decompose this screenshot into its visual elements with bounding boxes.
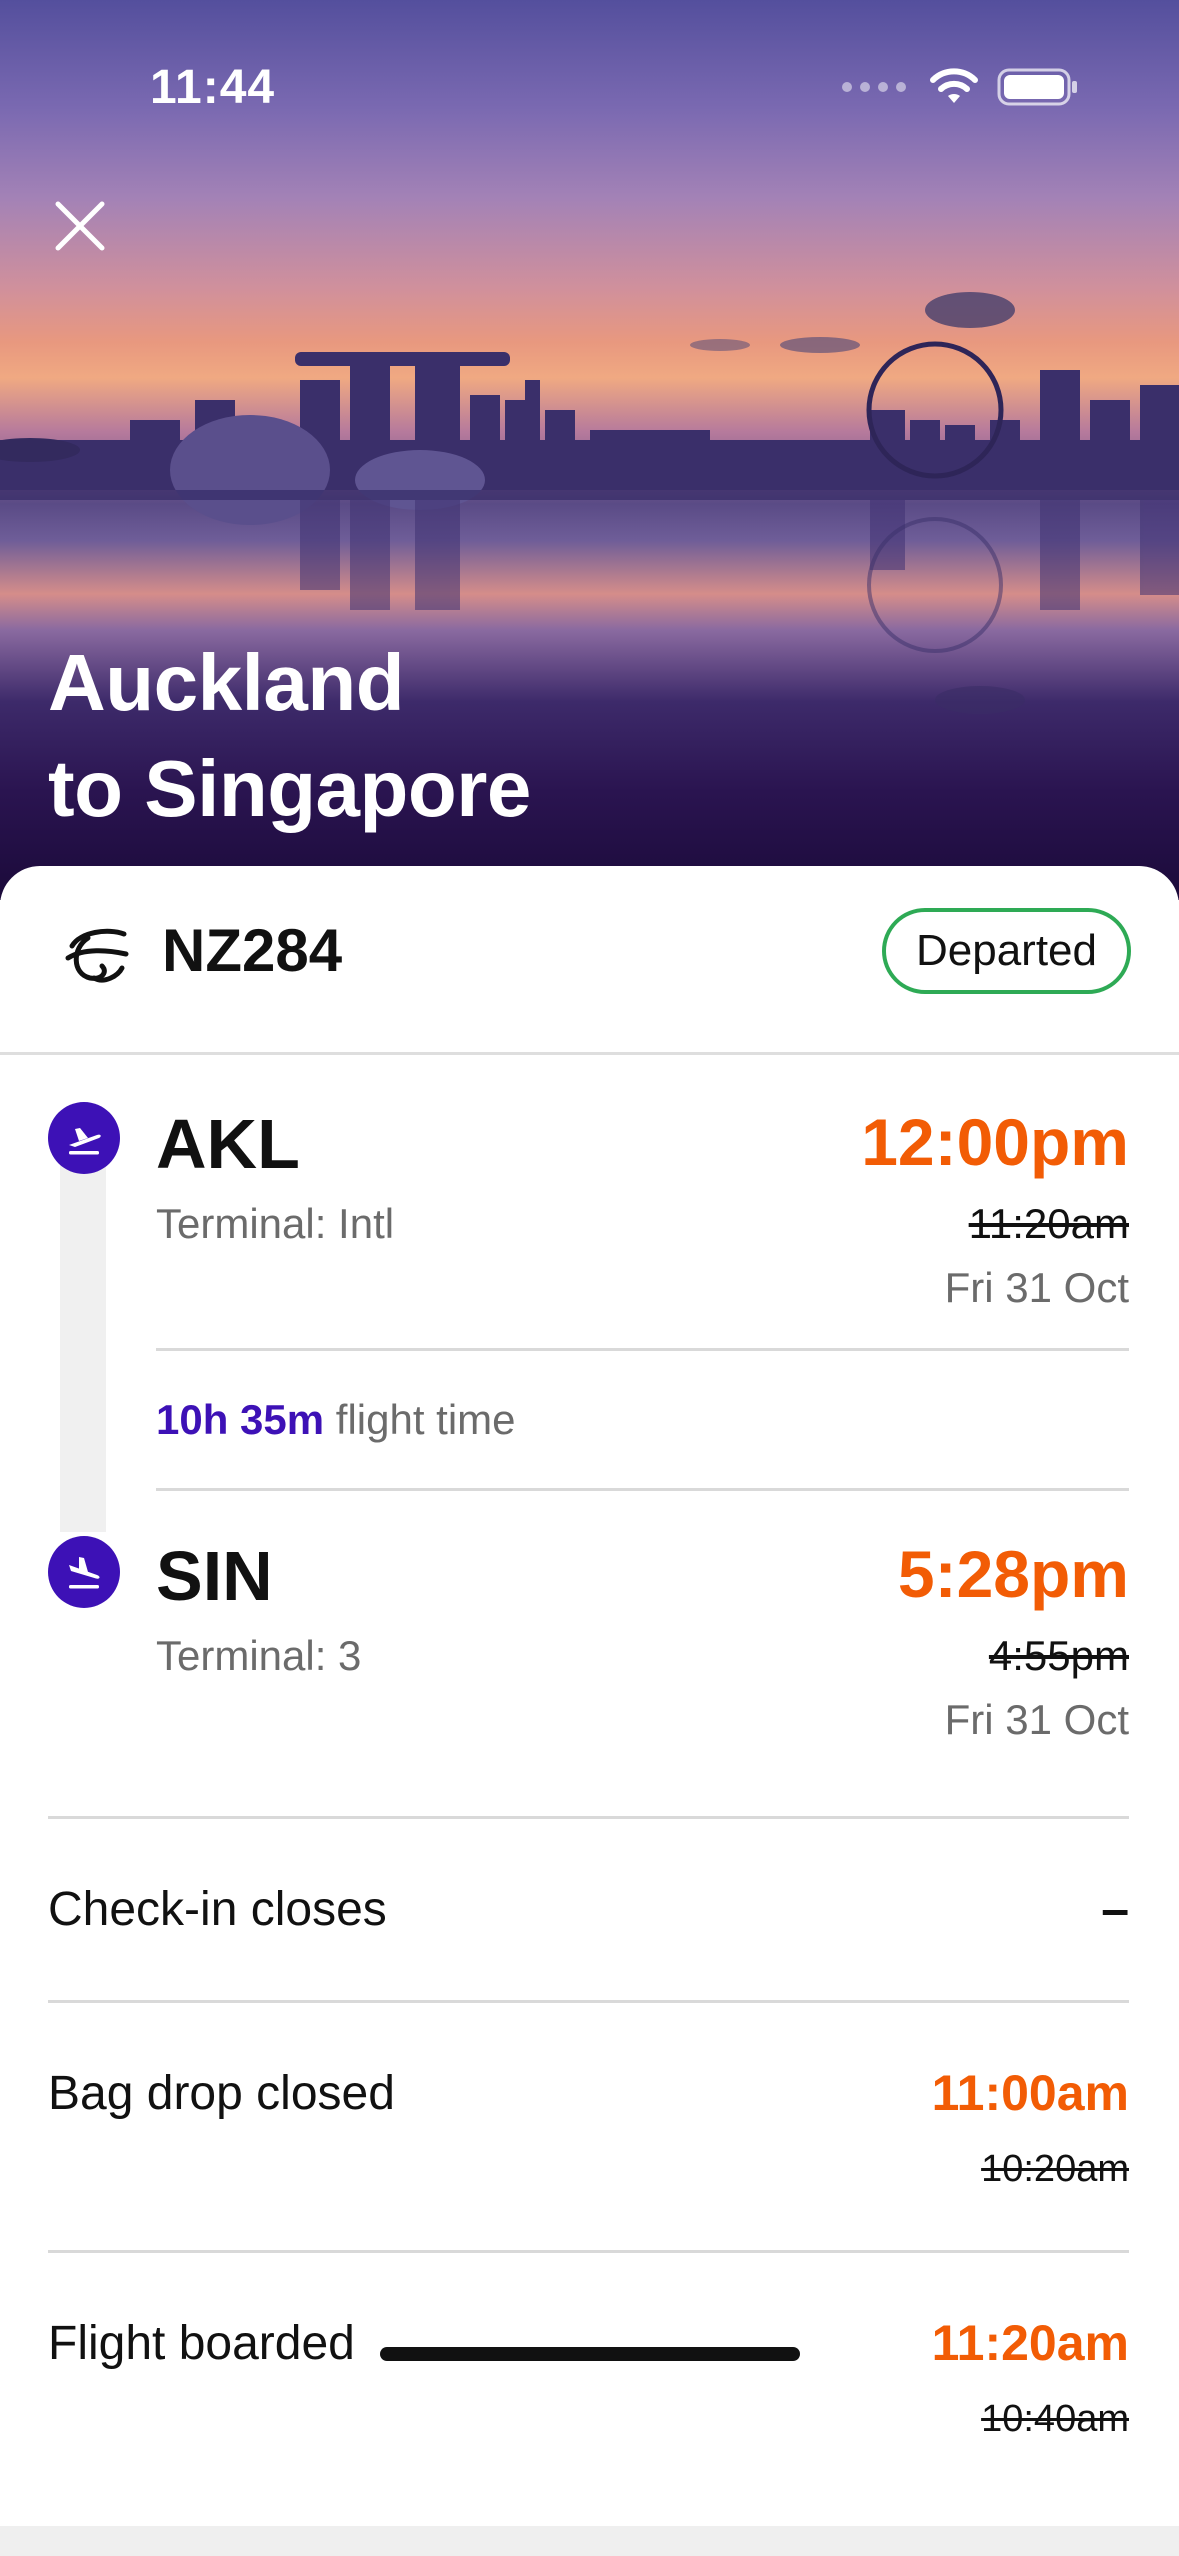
battery-icon (997, 68, 1077, 106)
route-title-line1: Auckland (48, 638, 405, 727)
arrival-time-new: 5:28pm (897, 1537, 1129, 1611)
arrival-airport-code: SIN (156, 1537, 273, 1615)
checkin-value: – (1101, 1881, 1129, 1937)
flight-duration: 10h 35m flight time (156, 1396, 516, 1444)
bag-drop-time-new: 11:00am (931, 2065, 1129, 2121)
departure-time-old: 11:20am (968, 1200, 1129, 1247)
divider (48, 2250, 1129, 2253)
flight-header: NZ284 Departed (0, 866, 1179, 1055)
takeoff-icon (48, 1102, 120, 1174)
status-bar-icons (841, 62, 1079, 112)
departure-time-new: 12:00pm (861, 1105, 1129, 1179)
departure-airport-code: AKL (156, 1105, 300, 1183)
close-icon[interactable] (44, 190, 116, 262)
checkin-label: Check-in closes (48, 1883, 387, 1936)
divider (48, 1816, 1129, 1819)
boarded-label: Flight boarded (48, 2317, 355, 2370)
arrival-time-old: 4:55pm (988, 1632, 1129, 1679)
wifi-icon (930, 68, 978, 103)
divider (156, 1348, 1129, 1351)
bag-drop-label: Bag drop closed (48, 2067, 395, 2120)
divider (156, 1488, 1129, 1491)
airline-koru-icon (65, 928, 129, 983)
flight-details-sheet: NZ284 Departed AKL Terminal: Intl 12:00p… (0, 866, 1179, 2556)
flight-status-badge: Departed (881, 908, 1131, 994)
departure-terminal: Terminal: Intl (156, 1200, 395, 1247)
status-bar-time: 11:44 (150, 61, 276, 114)
bottom-strip (0, 2526, 1179, 2556)
landing-icon (48, 1536, 120, 1608)
arrival-date: Fri 31 Oct (944, 1696, 1129, 1743)
divider (48, 2000, 1129, 2003)
signal-icon (842, 82, 906, 92)
boarded-time-new: 11:20am (931, 2315, 1129, 2371)
arrival-terminal: Terminal: 3 (156, 1632, 362, 1679)
boarded-time-old: 10:40am (981, 2398, 1129, 2440)
timeline-rail (60, 1162, 106, 1532)
flight-duration-label: flight time (335, 1396, 516, 1443)
hero-banner: 11:44 Auckland to Singapore (0, 0, 1179, 900)
bag-drop-time-old: 10:20am (981, 2148, 1129, 2190)
route-title: Auckland to Singapore (48, 630, 531, 842)
flight-duration-value: 10h 35m (156, 1396, 325, 1443)
departure-date: Fri 31 Oct (944, 1264, 1129, 1311)
flight-number: NZ284 (162, 917, 343, 984)
home-indicator (380, 2347, 800, 2361)
route-title-line2: to Singapore (48, 744, 531, 833)
